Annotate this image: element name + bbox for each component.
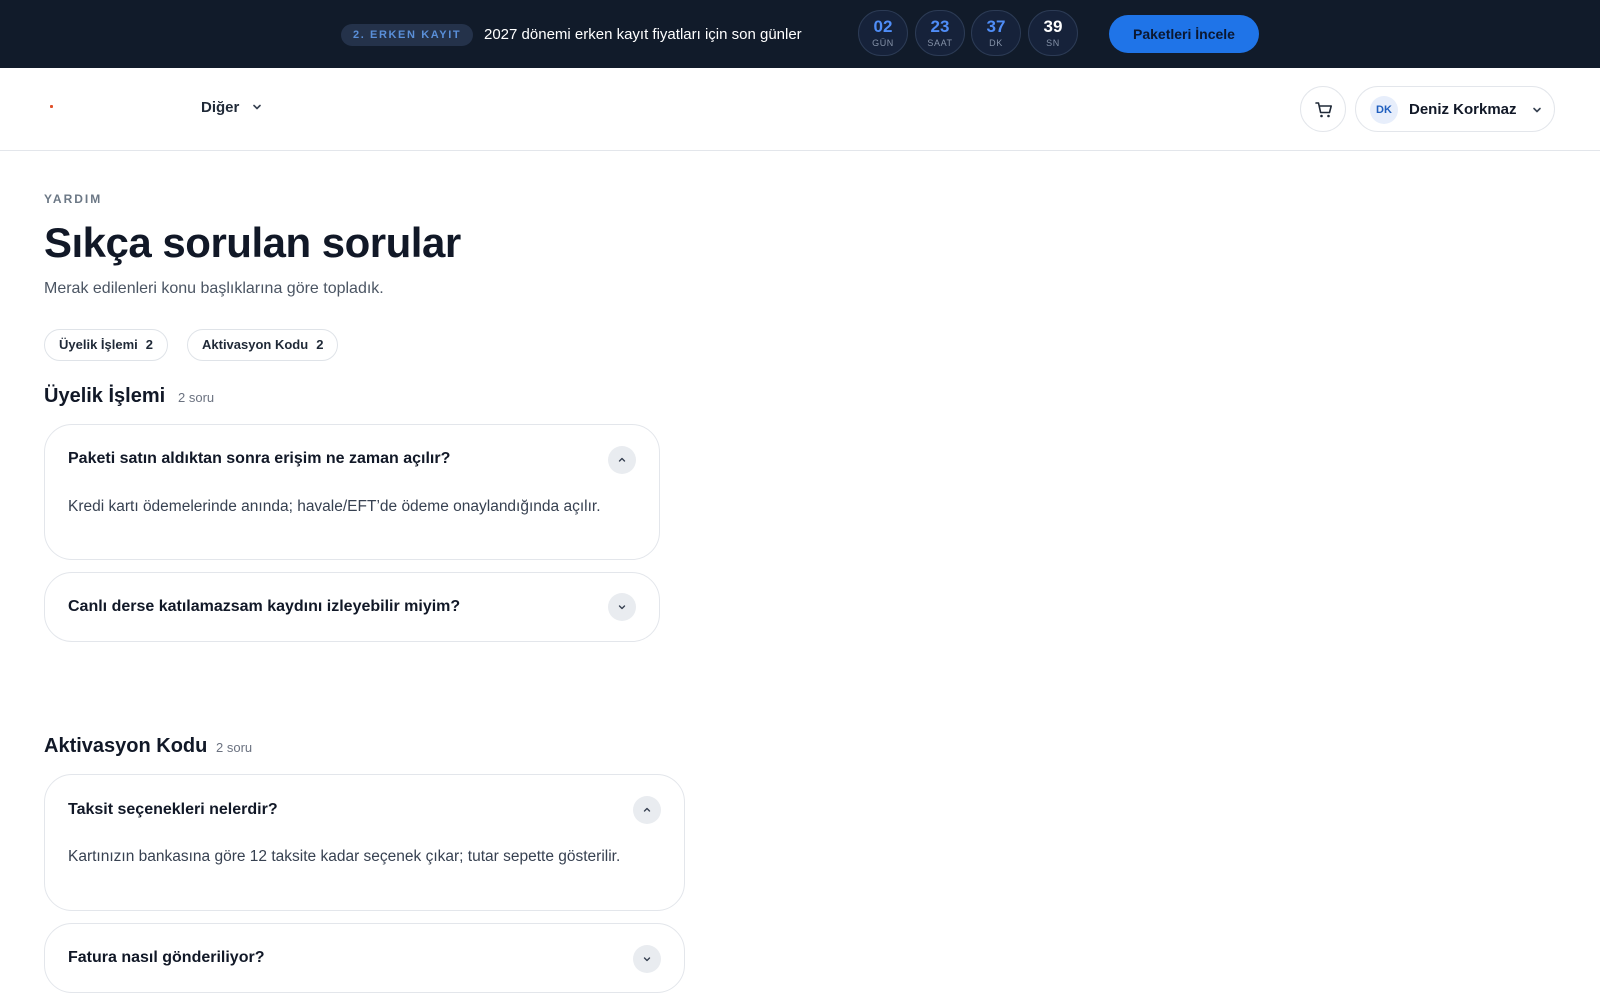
faq-question[interactable]: Fatura nasıl gönderiliyor? [68,947,264,969]
faq-toggle[interactable] [633,796,661,824]
page-subtitle: Merak edilenleri konu başlıklarına göre … [44,280,384,297]
filter-chip-aktivasyon[interactable]: Aktivasyon Kodu 2 [187,329,339,361]
site-header: Diğer DK Deniz Korkmaz [0,68,1600,151]
faq-question[interactable]: Taksit seçenekleri nelerdir? [68,799,278,821]
logo[interactable] [50,105,53,108]
chip-label: Üyelik İşlemi [59,337,138,352]
faq-toggle[interactable] [608,593,636,621]
chip-count: 2 [316,337,324,352]
page-title: Sıkça sorulan sorular [44,219,461,266]
avatar: DK [1370,96,1398,124]
section-count: 2 soru [216,740,253,755]
countdown-label: GÜN [872,38,894,48]
chip-label: Aktivasyon Kodu [202,337,309,352]
chevron-down-icon [1533,107,1541,113]
chip-count: 2 [145,337,154,352]
faq-toggle[interactable] [608,446,636,474]
page-eyebrow: YARDIM [44,192,103,206]
chevron-down-icon [253,104,261,110]
countdown-value: 37 [986,17,1006,36]
section-title-aktivasyon: Aktivasyon Kodu [44,735,208,757]
countdown-hours: 23 SAAT [915,10,965,56]
countdown-label: SN [1046,38,1060,48]
chevron-down-icon [618,605,626,610]
faq-question[interactable]: Paketi satın aldıktan sonra erişim ne za… [68,448,450,470]
view-packages-button[interactable]: Paketleri İncele [1109,15,1259,53]
chevron-down-icon [643,957,651,962]
filter-chip-uyelik[interactable]: Üyelik İşlemi 2 [44,329,169,361]
faq-item[interactable]: Canlı derse katılamazsam kaydını izleyeb… [44,572,660,642]
faq-answer: Kredi kartı ödemelerinde anında; havale/… [68,498,601,515]
cart-button[interactable] [1300,86,1346,132]
shopping-cart-icon [1315,102,1332,118]
user-menu-button[interactable]: DK Deniz Korkmaz [1355,86,1555,132]
countdown-seconds: 39 SN [1028,10,1078,56]
countdown-value: 02 [873,17,893,36]
countdown-value: 23 [930,17,950,36]
faq-question[interactable]: Canlı derse katılamazsam kaydını izleyeb… [68,596,460,618]
promo-badge: 2. ERKEN KAYIT [341,24,474,46]
faq-item[interactable]: Taksit seçenekleri nelerdir? Kartınızın … [44,774,685,911]
faq-toggle[interactable] [633,945,661,973]
nav-more-menu[interactable]: Diğer [201,98,239,118]
promo-text: 2027 dönemi erken kayıt fiyatları için s… [484,26,802,43]
countdown-label: DK [989,38,1003,48]
section-title-uyelik: Üyelik İşlemi [44,385,166,407]
faq-item[interactable]: Paketi satın aldıktan sonra erişim ne za… [44,424,660,560]
countdown-minutes: 37 DK [971,10,1021,56]
faq-answer: Kartınızın bankasına göre 12 taksite kad… [68,848,621,865]
countdown-value: 39 [1043,17,1063,36]
faq-item[interactable]: Fatura nasıl gönderiliyor? [44,923,685,993]
section-count: 2 soru [178,390,215,405]
chevron-up-icon [643,807,651,812]
chevron-up-icon [618,457,626,462]
countdown-label: SAAT [927,38,953,48]
countdown-days: 02 GÜN [858,10,908,56]
promo-bar: 2. ERKEN KAYIT 2027 dönemi erken kayıt f… [0,0,1600,68]
user-name: Deniz Korkmaz [1409,101,1517,118]
